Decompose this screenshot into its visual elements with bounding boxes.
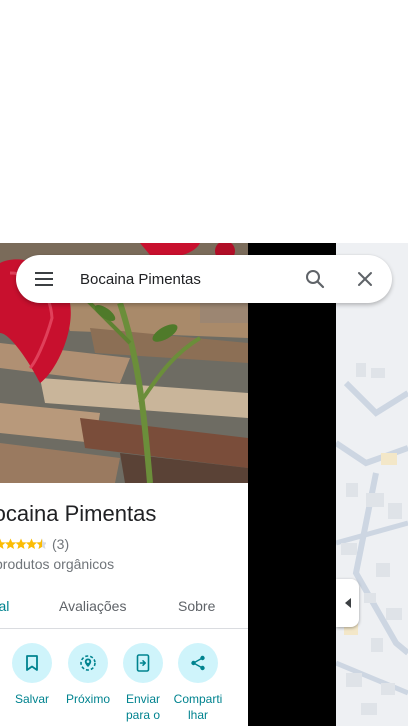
search-input[interactable]: Bocaina Pimentas (80, 271, 295, 288)
collapse-panel-button[interactable] (336, 579, 359, 627)
search-button[interactable] (295, 259, 335, 299)
star-icons (0, 538, 46, 549)
place-category: produtos orgânicos (0, 556, 115, 572)
save-button-circle[interactable] (12, 643, 52, 683)
search-bar[interactable]: Bocaina Pimentas (16, 255, 392, 303)
share-icon (191, 655, 205, 671)
send-to-phone-button[interactable]: Enviar para o (114, 643, 172, 723)
save-button[interactable]: Salvar (3, 643, 61, 707)
close-icon (358, 272, 372, 286)
place-info-panel: Bocaina Pimentas (3) produtos orgânicos (0, 483, 248, 726)
share-label: Comparti lhar (173, 692, 223, 722)
send-to-phone-label: Enviar para o (125, 692, 161, 722)
nearby-button[interactable]: Próximo (59, 643, 117, 707)
maps-screen: Bocaina Pimentas Bocaina Pimentas (0, 0, 408, 726)
tab-reviews[interactable]: Avaliações (59, 598, 126, 614)
place-title: Bocaina Pimentas (0, 501, 157, 526)
rating-row[interactable]: (3) (0, 536, 69, 552)
share-button-circle[interactable] (178, 643, 218, 683)
tab-about[interactable]: Sobre (178, 598, 215, 614)
nearby-label: Próximo (65, 692, 110, 706)
send-to-phone-icon (136, 654, 150, 672)
nearby-icon (80, 655, 96, 671)
map-view[interactable] (336, 243, 408, 726)
nearby-button-circle[interactable] (68, 643, 108, 683)
save-label: Salvar (14, 692, 49, 706)
search-icon (306, 270, 325, 289)
tab-overview[interactable]: eral (0, 598, 9, 614)
black-strip (248, 243, 336, 726)
place-tabs: eral Avaliações Sobre (0, 585, 248, 629)
send-to-phone-button-circle[interactable] (123, 643, 163, 683)
clear-search-button[interactable] (345, 259, 385, 299)
rating-count[interactable]: (3) (52, 536, 69, 552)
caret-left-icon (344, 598, 351, 608)
share-button[interactable]: Comparti lhar (169, 643, 227, 723)
bookmark-icon (26, 655, 38, 671)
menu-button[interactable] (24, 259, 64, 299)
map-canvas (336, 243, 408, 726)
star-rating (0, 538, 46, 550)
hamburger-menu-icon (35, 272, 53, 286)
